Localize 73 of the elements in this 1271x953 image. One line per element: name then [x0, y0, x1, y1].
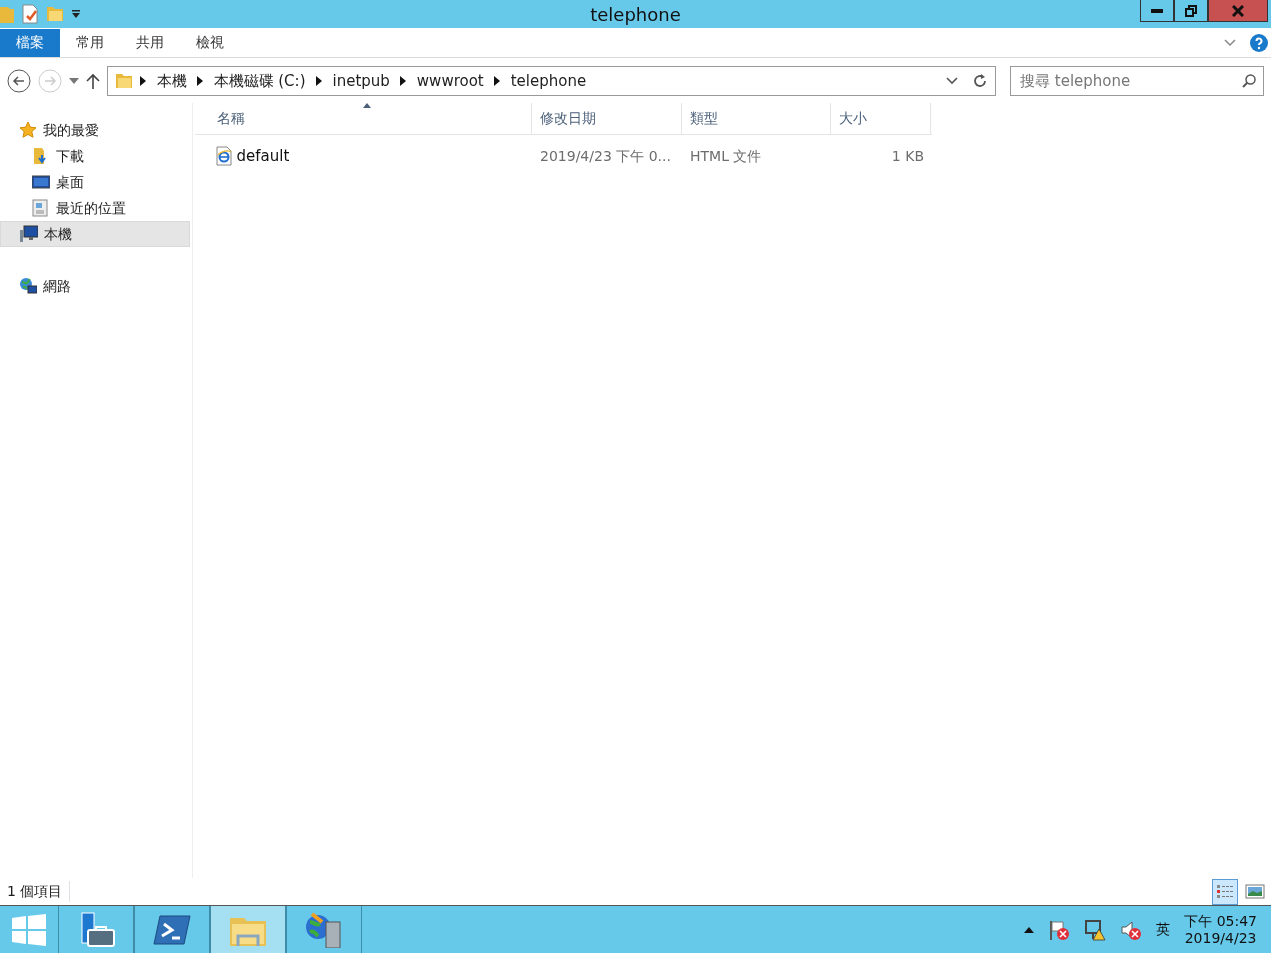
table-cell-text: default [236, 145, 290, 167]
dropdown-arrow-icon[interactable] [69, 78, 79, 84]
windows-logo-icon [12, 914, 46, 946]
view-toggle-button[interactable] [1212, 878, 1238, 905]
clock-date[interactable]: 2019/4/23 [1184, 929, 1257, 947]
refresh-icon[interactable] [972, 73, 988, 89]
up-arrow-icon[interactable] [86, 73, 100, 89]
computer-icon [20, 225, 38, 243]
column-header[interactable]: 名稱 [195, 103, 532, 134]
network-warning-icon[interactable] [1084, 918, 1107, 941]
window-title: telephone [590, 2, 681, 27]
column-header[interactable]: 類型 [682, 103, 831, 134]
image-view-icon [1244, 882, 1265, 901]
document-check-icon[interactable] [21, 4, 39, 24]
table-cell-text: HTML 文件 [689, 146, 763, 166]
file-row[interactable]: default 2019/4/23 下午 0... HTML 文件 1 KB [195, 142, 932, 170]
sidebar-item[interactable]: 我的最愛 [0, 117, 192, 143]
minimize-icon [1150, 8, 1163, 13]
item-count: 1 個項目 [7, 881, 71, 902]
chevron-down-icon[interactable] [1223, 38, 1236, 47]
ribbon-tab[interactable]: 常用 [60, 28, 120, 57]
column-header[interactable]: 修改日期 [532, 103, 682, 134]
chevron-right-icon[interactable] [316, 76, 322, 86]
chevron-right-icon[interactable] [140, 76, 146, 86]
taskbar-app-button[interactable] [58, 906, 134, 953]
close-button[interactable] [1207, 0, 1268, 22]
details-view-icon [1215, 882, 1235, 901]
html-file-icon [215, 146, 233, 166]
ribbon-tab[interactable]: 檔案 [0, 28, 60, 57]
minimize-button[interactable] [1139, 0, 1174, 22]
folder-icon [115, 71, 133, 91]
sidebar-item[interactable]: 最近的位置 [0, 195, 192, 221]
desktop-icon [32, 173, 50, 191]
terminal-prompt-icon [152, 912, 192, 948]
taskbar-app-button[interactable] [210, 906, 286, 953]
chevron-down-icon[interactable] [946, 77, 958, 85]
table-cell-text: 2019/4/23 下午 0... [539, 146, 672, 166]
address-bar[interactable]: 本機 本機磁碟 (C:) inetpub wwwroot telephone [107, 66, 996, 96]
recent-places-icon [32, 199, 50, 217]
restore-button[interactable] [1173, 0, 1208, 22]
dropdown-arrow-icon[interactable] [71, 9, 81, 19]
table-cell-text: 1 KB [890, 146, 925, 166]
breadcrumb-link[interactable]: inetpub [329, 69, 394, 93]
chevron-right-icon[interactable] [197, 76, 203, 86]
triangle-up-icon[interactable] [1024, 926, 1035, 933]
taskbar-app-button[interactable] [134, 906, 210, 953]
chevron-right-icon[interactable] [494, 76, 501, 86]
taskbar-app-button[interactable] [286, 906, 362, 953]
help-icon[interactable] [1249, 33, 1268, 52]
search-icon[interactable] [1242, 74, 1256, 88]
close-icon [1231, 4, 1244, 17]
input-language-indicator[interactable]: 英 [1156, 921, 1171, 938]
ribbon-tab[interactable]: 檢視 [180, 28, 240, 57]
restore-icon [1184, 4, 1197, 17]
sidebar-item[interactable]: 桌面 [0, 169, 192, 195]
sidebar-item[interactable]: 本機 [0, 221, 190, 247]
speaker-muted-icon[interactable] [1120, 918, 1143, 941]
sidebar-item[interactable]: 下載 [0, 143, 192, 169]
sidebar-item[interactable]: 網路 [0, 273, 192, 299]
flag-error-icon[interactable] [1048, 918, 1071, 941]
ribbon-tab[interactable]: 共用 [120, 28, 180, 57]
globe-network-icon [19, 277, 37, 295]
column-header[interactable]: 大小 [831, 103, 931, 134]
star-icon [19, 121, 37, 139]
search-box[interactable]: 搜尋 telephone [1010, 66, 1264, 96]
sort-arrow-icon [363, 103, 371, 108]
breadcrumb-link[interactable]: telephone [507, 69, 590, 93]
breadcrumb-link[interactable]: 本機 [153, 69, 190, 93]
breadcrumb-link[interactable]: wwwroot [413, 69, 488, 93]
clock-time[interactable]: 下午 05:47 [1184, 912, 1257, 930]
breadcrumb-link[interactable]: 本機磁碟 (C:) [210, 69, 309, 93]
chevron-right-icon[interactable] [400, 76, 407, 86]
globe-server-icon [304, 912, 344, 948]
